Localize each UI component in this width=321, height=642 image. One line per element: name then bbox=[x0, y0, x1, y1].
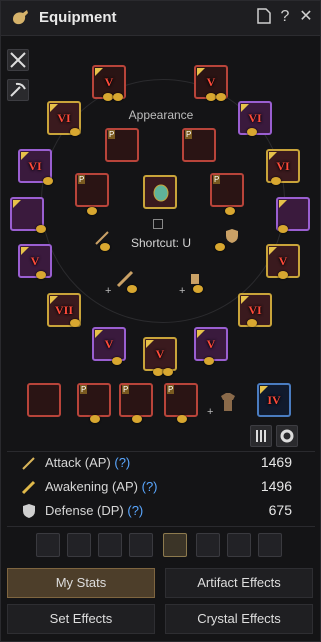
crystal-socket bbox=[113, 93, 123, 101]
pickaxe-button[interactable] bbox=[7, 79, 29, 101]
document-icon[interactable] bbox=[255, 8, 273, 26]
crystal-socket bbox=[100, 243, 110, 251]
pickaxe-icon bbox=[10, 82, 26, 97]
crystal-socket bbox=[70, 128, 80, 136]
equipment-bag-icon bbox=[13, 10, 28, 25]
artifact-toggle-button[interactable] bbox=[250, 425, 272, 447]
awakening-value: 1496 bbox=[260, 478, 292, 494]
crystal-socket bbox=[247, 319, 257, 327]
slot-appearance-gloves[interactable]: P bbox=[75, 173, 109, 207]
crystal-socket bbox=[163, 368, 173, 376]
window-title: Equipment bbox=[39, 9, 117, 26]
stat-attack: Attack (AP) (?) 1469 bbox=[21, 453, 296, 473]
tab-helmet[interactable] bbox=[98, 533, 122, 557]
crystal-socket bbox=[36, 225, 46, 233]
slot-appearance-shoes[interactable]: P bbox=[210, 173, 244, 207]
crystal-socket bbox=[215, 243, 225, 251]
crystal-socket bbox=[87, 207, 97, 215]
crystal-socket bbox=[43, 177, 53, 185]
slot-artifact[interactable]: IV bbox=[257, 383, 291, 417]
plus-icon: + bbox=[179, 285, 186, 297]
stat-awakening: Awakening (AP) (?) 1496 bbox=[21, 477, 296, 497]
crystal-socket bbox=[271, 177, 281, 185]
crystal-socket bbox=[127, 285, 137, 293]
crystal-socket bbox=[193, 285, 203, 293]
lantern-outline-icon bbox=[191, 274, 199, 284]
crystal-socket bbox=[216, 93, 226, 101]
slot-alchemy-stone[interactable] bbox=[27, 383, 61, 417]
settings-button[interactable] bbox=[276, 425, 298, 447]
help-tooltip[interactable]: (?) bbox=[142, 479, 158, 494]
crystal-socket bbox=[206, 93, 216, 101]
slot-shoes[interactable]: V bbox=[194, 327, 228, 361]
clothing-outline-icon bbox=[221, 393, 235, 411]
crystal-socket bbox=[153, 368, 163, 376]
sword-icon bbox=[22, 457, 35, 470]
tab-costume[interactable] bbox=[227, 533, 251, 557]
crystal-socket bbox=[103, 93, 113, 101]
crystal-effects-button[interactable]: Crystal Effects bbox=[165, 604, 313, 634]
close-icon[interactable]: ✕ bbox=[297, 8, 315, 26]
help-tooltip[interactable]: (?) bbox=[127, 503, 143, 518]
crystal-socket bbox=[36, 271, 46, 279]
slot-appearance-helmet[interactable]: P bbox=[105, 128, 139, 162]
crystal-socket bbox=[132, 415, 142, 423]
tab-defense[interactable] bbox=[258, 533, 282, 557]
crystal-socket bbox=[225, 207, 235, 215]
stat-defense: Defense (DP) (?) 675 bbox=[21, 501, 296, 521]
slot-gloves[interactable]: V bbox=[92, 327, 126, 361]
crystal-socket bbox=[90, 415, 100, 423]
crystal-socket bbox=[278, 225, 288, 233]
gear-icon bbox=[280, 429, 294, 443]
crystal-socket bbox=[278, 271, 288, 279]
shield-icon bbox=[23, 504, 35, 518]
help-tooltip[interactable]: (?) bbox=[114, 455, 130, 470]
tab-pet[interactable] bbox=[129, 533, 153, 557]
slot-appearance-armor[interactable]: P bbox=[182, 128, 216, 162]
plus-icon: + bbox=[207, 406, 214, 418]
help-icon[interactable]: ? bbox=[276, 8, 294, 26]
artifact-toggle-icon bbox=[256, 430, 266, 442]
slot-costume-weapon[interactable]: P bbox=[77, 383, 111, 417]
appearance-label: Appearance bbox=[128, 108, 194, 122]
title-bar[interactable]: Equipment ? ✕ bbox=[1, 1, 320, 36]
attack-value: 1469 bbox=[260, 454, 292, 470]
crystal-socket bbox=[204, 357, 214, 365]
crystal-socket bbox=[112, 357, 122, 365]
crystal-socket bbox=[247, 128, 257, 136]
my-stats-button[interactable]: My Stats bbox=[7, 568, 155, 598]
tab-combat[interactable] bbox=[36, 533, 60, 557]
crystal-socket bbox=[70, 319, 80, 327]
tab-pose[interactable] bbox=[196, 533, 220, 557]
shield-outline-icon bbox=[226, 229, 238, 243]
set-effects-button[interactable]: Set Effects bbox=[7, 604, 155, 634]
defense-value: 675 bbox=[268, 502, 292, 518]
shortcut-label: Shortcut: U bbox=[130, 236, 192, 250]
awakening-weapon-icon bbox=[21, 480, 36, 495]
divider bbox=[7, 451, 315, 452]
slot-costume-glasses[interactable]: P bbox=[119, 383, 153, 417]
tab-character[interactable] bbox=[163, 533, 187, 557]
artifact-effects-button[interactable]: Artifact Effects bbox=[165, 568, 313, 598]
shortcut-checkbox[interactable] bbox=[153, 219, 163, 229]
plus-icon: + bbox=[105, 285, 112, 297]
slot-costume-accessory[interactable]: P bbox=[164, 383, 198, 417]
crossed-swords-button[interactable] bbox=[7, 49, 29, 71]
emblem-icon bbox=[153, 184, 169, 202]
crossed-swords-icon bbox=[10, 52, 26, 68]
slot-offhand[interactable]: V bbox=[18, 244, 52, 278]
slot-appearance-center[interactable] bbox=[143, 175, 177, 209]
equipment-window: Equipment ? ✕ Appearance V V VI VI VI VI… bbox=[0, 0, 321, 642]
divider bbox=[7, 526, 315, 527]
slot-ring-left[interactable]: V bbox=[143, 337, 177, 371]
crystal-socket bbox=[177, 415, 187, 423]
tab-mask[interactable] bbox=[67, 533, 91, 557]
